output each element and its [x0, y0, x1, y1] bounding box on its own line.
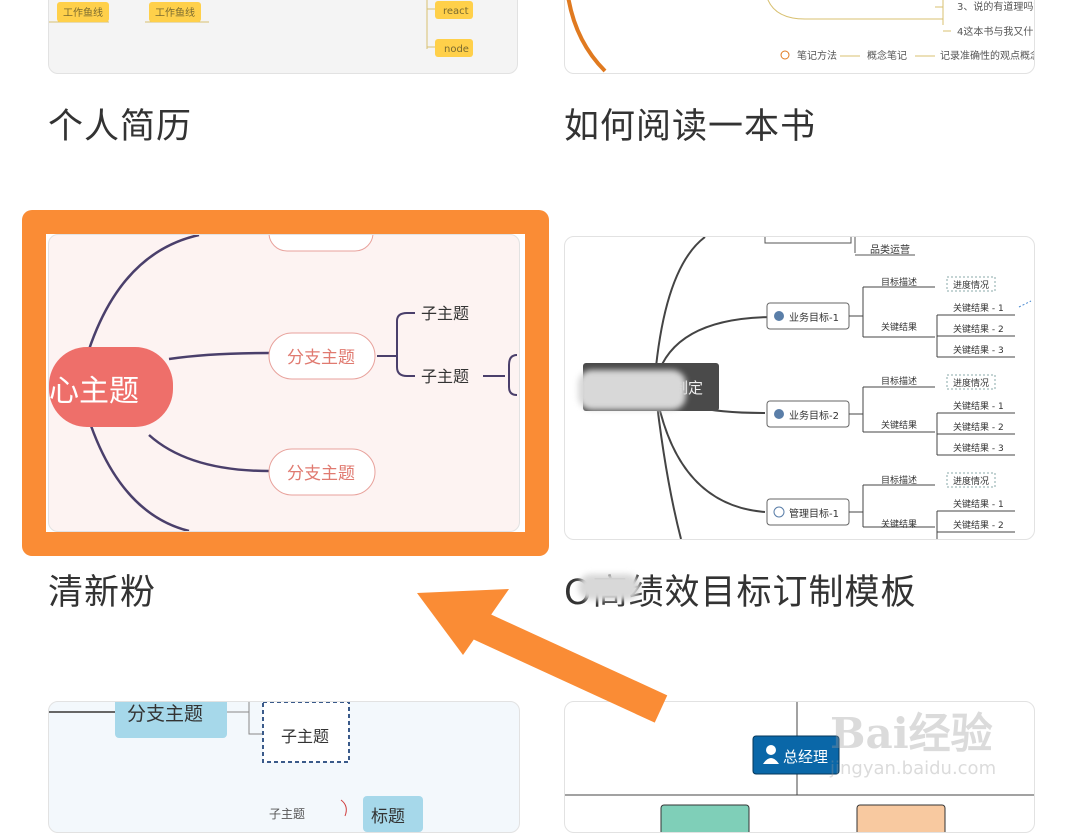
- branch-1-text: 分支主题: [287, 348, 355, 368]
- top-text: 品类运营: [870, 243, 910, 256]
- pointer-arrow-icon: [417, 589, 668, 723]
- template-card-read-book[interactable]: 3、说的有道理吗？ 4这本书与我又什么 笔记方法 概念笔记 记录准确性的观点概念: [564, 0, 1035, 74]
- read-book-preview: 3、说的有道理吗？ 4这本书与我又什么 笔记方法 概念笔记 记录准确性的观点概念: [566, 0, 1034, 73]
- tag-text: 标题: [371, 807, 405, 827]
- preview-label: 关键结果 - 3: [953, 442, 1004, 454]
- goal-1-text: 业务目标-1: [789, 311, 839, 324]
- template-card-fresh-pink[interactable]: 心主题 分支主题 分支主题 子主题 子主题: [48, 234, 520, 532]
- resume-preview: 工作鱼线 工作鱼线 react node: [49, 0, 473, 57]
- goal-3-text: 管理目标-1: [789, 507, 839, 520]
- watermark-main: Bai经验: [830, 709, 993, 758]
- template-title-read-book[interactable]: 如何阅读一本书: [564, 98, 816, 149]
- preview-label: 关键结果 - 1: [953, 498, 1004, 510]
- line-1-text: 3、说的有道理吗？: [957, 0, 1034, 13]
- preview-label: 关键结果 - 2: [953, 323, 1004, 335]
- label-kr-1: 关键结果: [881, 321, 917, 333]
- preview-label: 关键结果 - 3: [953, 344, 1004, 356]
- goal-2-text: 业务目标-2: [789, 409, 839, 422]
- preview-label: 进度情况: [953, 475, 989, 487]
- sub-1-text: 子主题: [421, 304, 469, 323]
- fresh-pink-preview: 心主题 分支主题 分支主题 子主题 子主题: [49, 235, 518, 531]
- preview-label: 关键结果 - 1: [953, 302, 1004, 314]
- label-desc-1: 目标描述: [881, 276, 917, 288]
- branch-node-text: 分支主题: [127, 703, 203, 725]
- bottom-1-text: 笔记方法: [797, 49, 837, 62]
- preview-label: 目标描述: [881, 375, 917, 387]
- blur-patch-card: [578, 370, 686, 410]
- preview-label: 关键结果: [881, 518, 917, 530]
- preview-label: 关键结果 - 2: [953, 519, 1004, 531]
- tag-node-text: node: [444, 44, 469, 55]
- label-progress-1: 进度情况: [953, 279, 989, 291]
- tag-react-text: react: [443, 6, 469, 17]
- sub-2-text: 子主题: [421, 367, 469, 386]
- preview-label: 目标描述: [881, 474, 917, 486]
- tag-2-text: 工作鱼线: [155, 6, 195, 19]
- bottom-3-text: 记录准确性的观点概念: [940, 49, 1034, 62]
- tag-1-text: 工作鱼线: [63, 6, 103, 19]
- sub2-text: 子主题: [269, 807, 305, 821]
- line-2-text: 4这本书与我又什么: [957, 25, 1034, 38]
- preview-label: 关键结果 - 2: [953, 421, 1004, 433]
- template-card-resume[interactable]: 工作鱼线 工作鱼线 react node: [48, 0, 518, 74]
- template-title-fresh-pink[interactable]: 清新粉: [48, 564, 156, 615]
- branch-2-text: 分支主题: [287, 464, 355, 484]
- bottom-2-text: 概念笔记: [867, 49, 907, 62]
- bulb-icon: [780, 50, 790, 60]
- preview-label: 关键结果 - 1: [953, 400, 1004, 412]
- watermark-sub: jingyan.baidu.com: [830, 758, 997, 779]
- baidu-watermark: Bai经验 jingyan.baidu.com: [800, 690, 1040, 790]
- sub-node-text: 子主题: [281, 727, 329, 746]
- template-title-resume[interactable]: 个人简历: [48, 98, 192, 149]
- central-topic-text: 心主题: [49, 374, 139, 409]
- preview-label: 关键结果: [881, 419, 917, 431]
- preview-label: 进度情况: [953, 377, 989, 389]
